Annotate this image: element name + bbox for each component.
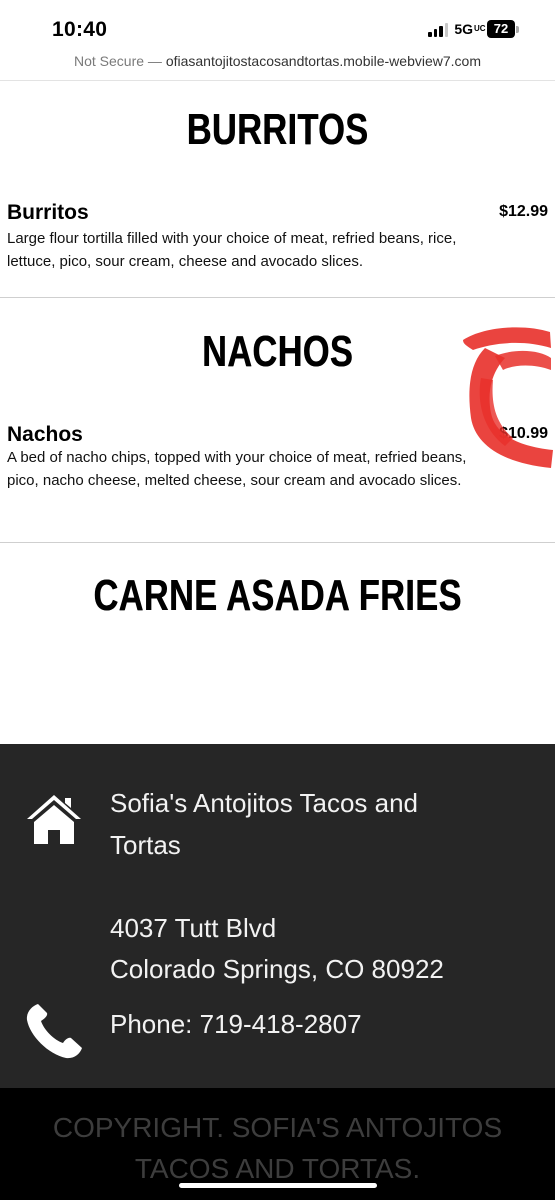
footer: Sofia's Antojitos Tacos and Tortas 4037 …	[0, 744, 555, 1088]
item-name-burritos: Burritos	[7, 201, 89, 224]
url-divider	[0, 80, 555, 81]
section-title-burritos: BURRITOS	[186, 105, 369, 154]
business-name-line2: Tortas	[110, 830, 181, 860]
home-icon	[27, 795, 81, 844]
signal-icon	[428, 21, 449, 37]
phone-icon	[26, 1004, 82, 1059]
item-price-burritos: $12.99	[499, 203, 548, 220]
network-sub-label: UC	[474, 24, 486, 33]
red-scribble-annotation	[463, 327, 553, 468]
battery-icon: 72	[487, 20, 519, 38]
url-bar[interactable]: Not Secure — ofiasantojitostacosandtorta…	[0, 53, 555, 77]
divider	[0, 542, 555, 543]
divider	[0, 297, 555, 298]
security-label: Not Secure —	[74, 53, 162, 69]
network-label: 5G	[454, 21, 473, 37]
status-time: 10:40	[52, 18, 108, 41]
network-indicator: 5G UC	[454, 21, 486, 37]
item-desc-nachos: A bed of nacho chips, topped with your c…	[7, 449, 467, 489]
address-line2: Colorado Springs, CO 80922	[110, 954, 444, 984]
section-title-carne-asada-fries: CARNE ASADA FRIES	[93, 571, 462, 620]
url-host: ofiasantojitostacosandtortas.mobile-webv…	[165, 53, 481, 69]
battery-level: 72	[487, 20, 515, 38]
status-bar: 10:40 5G UC 72	[0, 0, 555, 50]
item-name-nachos: Nachos	[7, 423, 83, 446]
phone-number[interactable]: Phone: 719-418-2807	[110, 1009, 362, 1040]
item-desc-burritos: Large flour tortilla filled with your ch…	[7, 230, 457, 270]
section-title-nachos: NACHOS	[201, 327, 354, 376]
home-indicator[interactable]	[179, 1183, 377, 1188]
address-line1: 4037 Tutt Blvd	[110, 913, 277, 943]
copyright-line1: COPYRIGHT. SOFIA'S ANTOJITOS	[52, 1112, 503, 1143]
status-indicators: 5G UC 72	[428, 20, 519, 38]
business-name-line1: Sofia's Antojitos Tacos and	[110, 788, 419, 818]
